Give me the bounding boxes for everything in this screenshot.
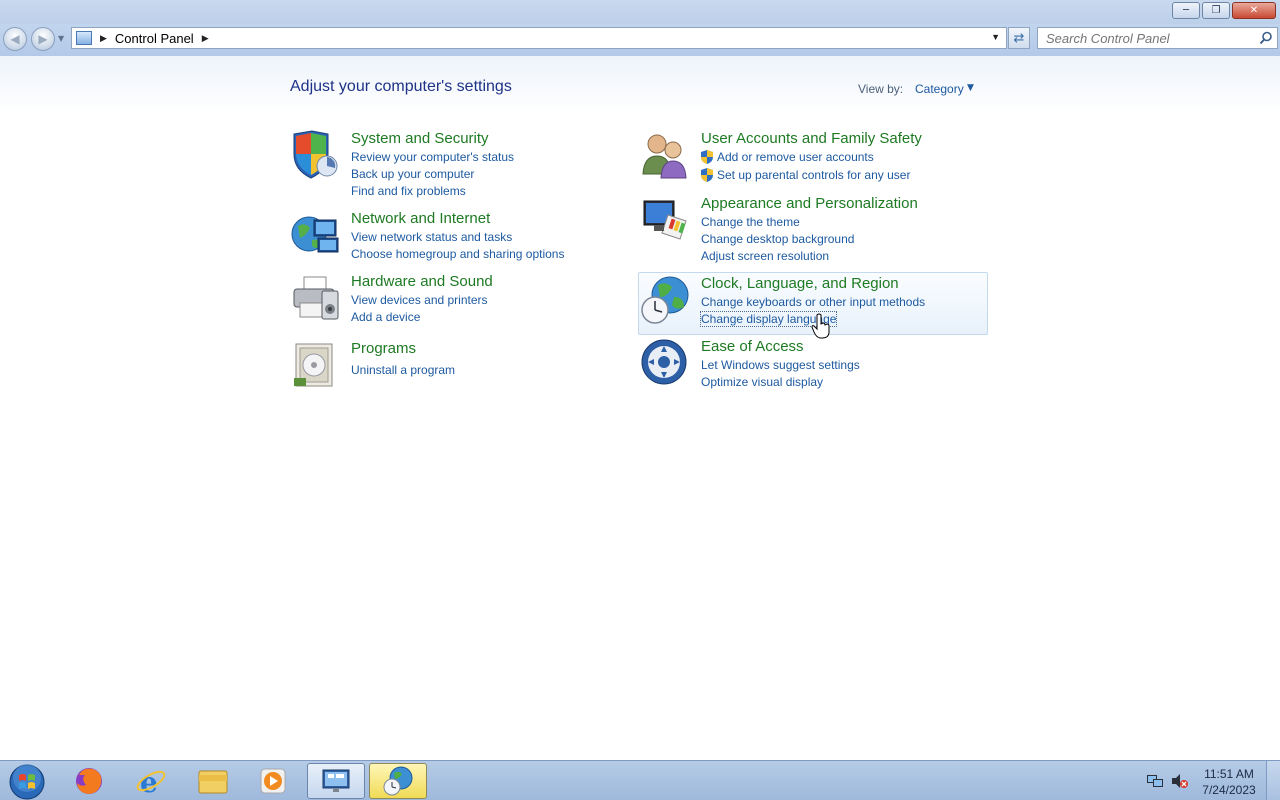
uac-shield-icon (701, 168, 713, 182)
taskbar-firefox[interactable] (60, 763, 118, 799)
window-controls: ─ ❐ ✕ (1172, 2, 1276, 19)
category-title-clock-language-region[interactable]: Clock, Language, and Region (701, 275, 899, 292)
navigation-bar: ◀ ▶ ▼ ▶ Control Panel ▶ ▼ ⇄ (0, 24, 1280, 56)
minimize-icon: ─ (1182, 5, 1190, 16)
clock-language-region-icon (383, 766, 413, 796)
shield-icon[interactable] (290, 130, 340, 180)
minimize-button[interactable]: ─ (1172, 2, 1200, 19)
category-title-programs[interactable]: Programs (351, 340, 416, 357)
ease-of-access-icon[interactable] (640, 338, 690, 388)
link-devices-printers[interactable]: View devices and printers (351, 293, 488, 307)
close-icon: ✕ (1249, 5, 1259, 16)
close-button[interactable]: ✕ (1232, 2, 1276, 19)
search-icon[interactable] (1259, 31, 1273, 45)
breadcrumb-control-panel[interactable]: Control Panel (115, 31, 194, 46)
system-clock[interactable]: 11:51 AM 7/24/2023 (1196, 766, 1262, 798)
link-change-theme[interactable]: Change the theme (701, 215, 800, 229)
control-panel-icon (76, 31, 92, 45)
back-button[interactable]: ◀ (3, 27, 27, 51)
svg-text:e: e (140, 766, 158, 797)
control-panel-icon (322, 769, 350, 792)
link-review-status[interactable]: Review your computer's status (351, 150, 514, 164)
category-title-system-security[interactable]: System and Security (351, 130, 489, 147)
taskbar: e 11:51 AM 7/24/2023 (0, 760, 1280, 800)
category-title-network-internet[interactable]: Network and Internet (351, 210, 490, 227)
category-title-appearance[interactable]: Appearance and Personalization (701, 195, 918, 212)
link-back-up[interactable]: Back up your computer (351, 167, 474, 181)
printer-icon[interactable] (290, 273, 340, 323)
refresh-button[interactable]: ⇄ (1008, 27, 1030, 49)
category-title-user-accounts[interactable]: User Accounts and Family Safety (701, 130, 922, 147)
network-globe-icon[interactable] (290, 210, 340, 260)
taskbar-clock-language-region[interactable] (369, 763, 427, 799)
link-screen-resolution[interactable]: Adjust screen resolution (701, 249, 829, 263)
recent-pages-dropdown[interactable]: ▼ (58, 34, 64, 43)
link-change-keyboards[interactable]: Change keyboards or other input methods (701, 295, 925, 309)
view-by-label: View by: (858, 82, 904, 96)
file-explorer-icon (198, 770, 228, 794)
forward-button[interactable]: ▶ (31, 27, 55, 51)
uac-shield-icon (701, 150, 713, 164)
network-icon[interactable] (1146, 773, 1164, 789)
breadcrumb-chevron-icon[interactable]: ▶ (100, 33, 107, 44)
media-player-icon (260, 768, 286, 794)
volume-muted-icon[interactable] (1171, 773, 1189, 789)
globe-clock-icon[interactable] (640, 275, 690, 325)
forward-arrow-icon: ▶ (38, 32, 48, 46)
link-desktop-background[interactable]: Change desktop background (701, 232, 854, 246)
link-optimize-visual[interactable]: Optimize visual display (701, 375, 823, 389)
hand-cursor-icon (811, 313, 830, 339)
link-find-fix[interactable]: Find and fix problems (351, 184, 466, 198)
address-dropdown-icon[interactable]: ▼ (991, 32, 1000, 42)
clock-date: 7/24/2023 (1202, 783, 1256, 797)
taskbar-control-panel[interactable] (307, 763, 365, 799)
search-input[interactable] (1037, 27, 1278, 49)
refresh-icon: ⇄ (1013, 30, 1025, 46)
clock-time: 11:51 AM (1204, 767, 1254, 781)
view-by-dropdown[interactable]: Category (915, 82, 964, 96)
restore-icon: ❐ (1211, 5, 1221, 16)
link-network-status[interactable]: View network status and tasks (351, 230, 512, 244)
windows-start-icon[interactable] (8, 763, 46, 800)
content-area: Adjust your computer's settings View by:… (0, 56, 1280, 760)
title-bar: ─ ❐ ✕ (0, 0, 1280, 24)
programs-icon[interactable] (290, 340, 340, 390)
monitor-palette-icon[interactable] (640, 195, 690, 245)
taskbar-file-explorer[interactable] (184, 763, 242, 799)
address-bar[interactable]: ▶ Control Panel ▶ ▼ (71, 27, 1007, 49)
page-title: Adjust your computer's settings (290, 78, 512, 95)
link-homegroup[interactable]: Choose homegroup and sharing options (351, 247, 564, 261)
link-uninstall-program[interactable]: Uninstall a program (351, 363, 455, 377)
chevron-down-icon[interactable]: ▼ (967, 83, 974, 93)
restore-button[interactable]: ❐ (1202, 2, 1230, 19)
link-add-device[interactable]: Add a device (351, 310, 420, 324)
link-parental-controls[interactable]: Set up parental controls for any user (717, 168, 910, 182)
category-title-ease-of-access[interactable]: Ease of Access (701, 338, 804, 355)
link-add-remove-accounts[interactable]: Add or remove user accounts (717, 150, 874, 164)
taskbar-internet-explorer[interactable]: e (122, 763, 180, 799)
back-arrow-icon: ◀ (10, 32, 20, 46)
taskbar-media-player[interactable] (244, 763, 302, 799)
firefox-icon (76, 768, 102, 794)
internet-explorer-icon: e (136, 766, 166, 797)
show-desktop-button[interactable] (1266, 761, 1280, 800)
link-windows-suggest[interactable]: Let Windows suggest settings (701, 358, 860, 372)
breadcrumb-chevron-icon[interactable]: ▶ (202, 33, 209, 44)
category-title-hardware-sound[interactable]: Hardware and Sound (351, 273, 493, 290)
users-icon[interactable] (640, 130, 690, 180)
